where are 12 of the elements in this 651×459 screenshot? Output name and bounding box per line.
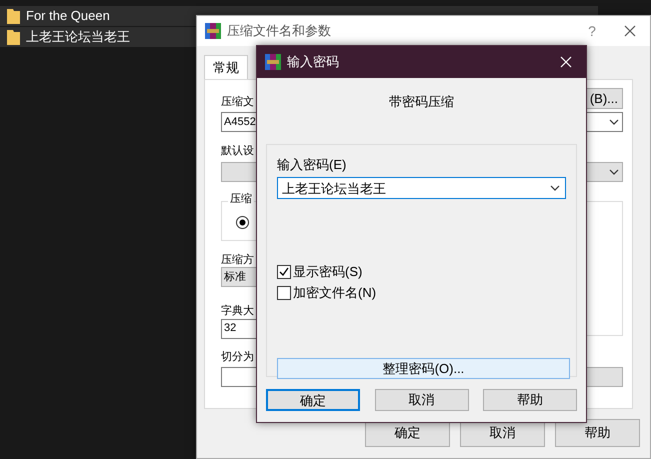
field-label: 字典大	[221, 305, 255, 319]
window-title: 压缩文件名和参数	[227, 22, 332, 40]
checkbox-label: 显示密码(S)	[293, 263, 362, 281]
field-label: 压缩方	[221, 254, 255, 268]
checkbox-label: 加密文件名(N)	[293, 284, 376, 302]
dialog-heading: 带密码压缩	[388, 93, 455, 111]
field-label: 压缩文	[221, 96, 254, 109]
window-title: 输入密码	[287, 53, 340, 72]
field-label: 切分为	[221, 350, 255, 364]
field-label: 默认设	[221, 145, 255, 158]
group-label: 压缩	[228, 193, 254, 206]
field-label: 输入密码(E)	[277, 156, 348, 174]
